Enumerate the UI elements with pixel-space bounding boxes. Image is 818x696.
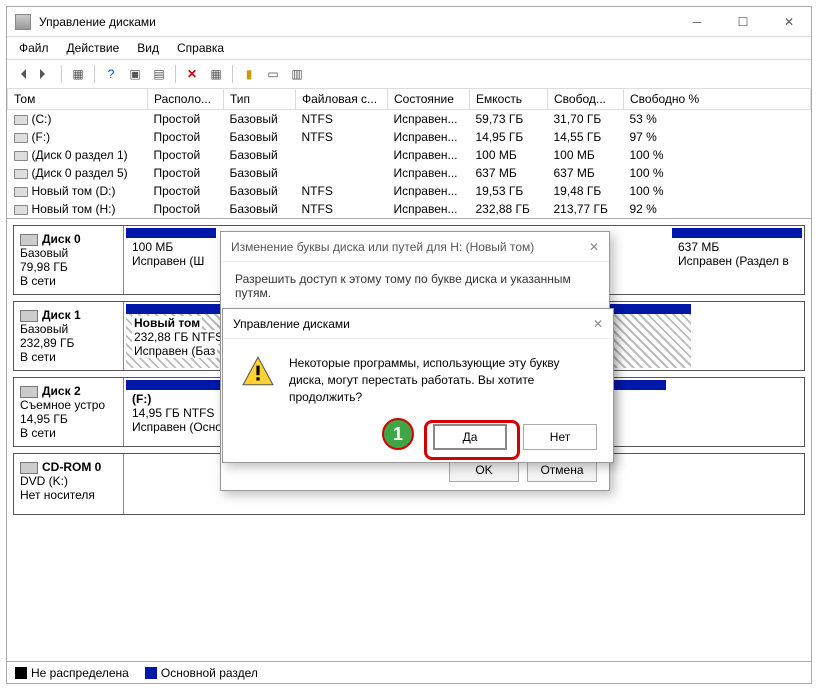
column-header[interactable]: Свобод... [548,89,624,110]
column-header[interactable]: Состояние [388,89,470,110]
menu-action[interactable]: Действие [59,39,128,57]
legend-unallocated: Не распределена [15,666,129,680]
disk-info: Диск 0Базовый79,98 ГБВ сети [14,226,124,294]
dialog1-text: Разрешить доступ к этому тому по букве д… [235,272,595,300]
confirm-dialog: Управление дисками ✕ Некоторые программы… [222,308,614,463]
dialog2-title: Управление дисками ✕ [223,309,613,339]
partition[interactable]: 100 МБИсправен (Ш [126,228,216,292]
create-vhd-icon[interactable]: ▮ [239,64,259,84]
warning-icon [241,355,275,389]
volume-table: ТомРасполо...ТипФайловая с...СостояниеЕм… [7,89,811,219]
delete-icon[interactable]: ✕ [182,64,202,84]
table-row[interactable]: Новый том (H:)ПростойБазовыйNTFSИсправен… [8,200,811,218]
menubar: Файл Действие Вид Справка [7,37,811,59]
disk-info: CD-ROM 0DVD (K:)Нет носителя [14,454,124,514]
close-button[interactable]: ✕ [775,12,803,32]
action-icon[interactable]: ▣ [125,64,145,84]
disk-info: Диск 2Съемное устро14,95 ГБВ сети [14,378,124,446]
partition[interactable]: 637 МБИсправен (Раздел в [672,228,802,292]
column-header[interactable]: Свободно % [624,89,811,110]
dialog2-close-icon[interactable]: ✕ [593,317,603,331]
minimize-button[interactable]: ─ [683,12,711,32]
table-row[interactable]: (Диск 0 раздел 1)ПростойБазовыйИсправен.… [8,146,811,164]
grid-icon[interactable]: ▦ [68,64,88,84]
dialog1-title: Изменение буквы диска или путей для H: (… [221,232,609,262]
table-row[interactable]: (Диск 0 раздел 5)ПростойБазовыйИсправен.… [8,164,811,182]
app-icon [15,14,31,30]
column-header[interactable]: Емкость [470,89,548,110]
disk-icon [20,310,38,322]
settings-icon[interactable]: ▦ [206,64,226,84]
toolbar: ▦ ? ▣ ▤ ✕ ▦ ▮ ▭ ▥ [7,59,811,89]
dialog1-close-icon[interactable]: ✕ [589,240,599,254]
menu-file[interactable]: Файл [11,39,57,57]
column-header[interactable]: Располо... [148,89,224,110]
window-title: Управление дисками [39,15,683,29]
no-button[interactable]: Нет [523,424,597,450]
titlebar: Управление дисками ─ ☐ ✕ [7,7,811,37]
column-header[interactable]: Файловая с... [296,89,388,110]
menu-help[interactable]: Справка [169,39,232,57]
column-header[interactable]: Тип [224,89,296,110]
disk-icon [20,234,38,246]
disk-icon [20,462,38,474]
properties-icon[interactable]: ▥ [287,64,307,84]
help-icon[interactable]: ? [101,64,121,84]
table-row[interactable]: Новый том (D:)ПростойБазовыйNTFSИсправен… [8,182,811,200]
table-row[interactable]: (C:)ПростойБазовыйNTFSИсправен...59,73 Г… [8,110,811,129]
statusbar: Не распределена Основной раздел [7,661,811,683]
refresh-icon[interactable]: ▤ [149,64,169,84]
maximize-button[interactable]: ☐ [729,12,757,32]
column-header[interactable]: Том [8,89,148,110]
disk-icon [20,386,38,398]
table-row[interactable]: (F:)ПростойБазовыйNTFSИсправен...14,95 Г… [8,128,811,146]
yes-button[interactable]: Да [433,424,507,450]
back-icon[interactable] [11,64,31,84]
confirm-message: Некоторые программы, использующие эту бу… [289,355,595,405]
menu-view[interactable]: Вид [129,39,167,57]
forward-icon[interactable] [35,64,55,84]
attach-vhd-icon[interactable]: ▭ [263,64,283,84]
legend-primary: Основной раздел [145,666,258,680]
disk-info: Диск 1Базовый232,89 ГБВ сети [14,302,124,370]
